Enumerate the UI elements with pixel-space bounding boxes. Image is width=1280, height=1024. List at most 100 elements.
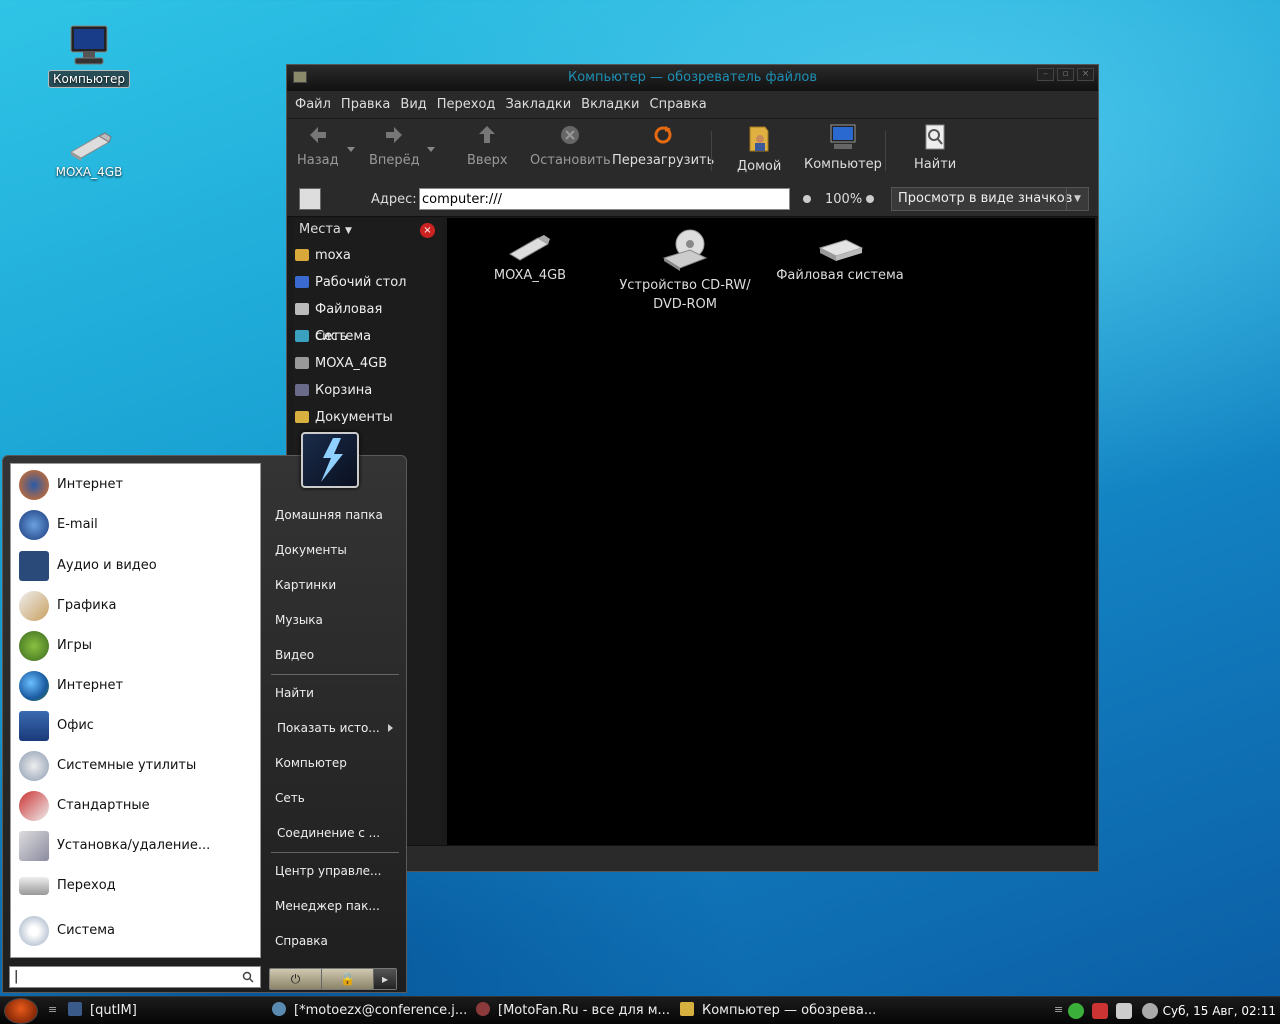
start-search-input[interactable]: | bbox=[9, 966, 261, 988]
back-button[interactable]: Назад bbox=[297, 123, 339, 168]
sidebar-item-desktop[interactable]: Рабочий стол bbox=[293, 269, 441, 296]
window-titlebar[interactable]: Компьютер — обозреватель файлов – ▫ × bbox=[287, 65, 1098, 91]
desktop-icon-computer[interactable]: Компьютер bbox=[44, 24, 134, 88]
zoom-in-button[interactable] bbox=[866, 195, 874, 203]
taskbar: ≡ [qutIM] [*motoezx@conference.j... [Mot… bbox=[0, 996, 1280, 1024]
sidebar-item-usb[interactable]: MOXA_4GB bbox=[293, 350, 441, 377]
computer-button[interactable]: Компьютер bbox=[804, 123, 882, 172]
clock[interactable]: Суб, 15 Авг, 02:11 bbox=[1163, 997, 1276, 1024]
app-item-email[interactable]: E-mail bbox=[15, 505, 255, 545]
power-icon[interactable]: ⏻ bbox=[270, 969, 322, 989]
trash-icon bbox=[295, 384, 309, 396]
maximize-button[interactable]: ▫ bbox=[1057, 68, 1074, 81]
desktop-icon-usb-drive[interactable]: MOXA_4GB bbox=[44, 128, 134, 180]
volume-icon[interactable] bbox=[1142, 1003, 1158, 1019]
menu-help[interactable]: Справка bbox=[650, 97, 707, 112]
menu-help[interactable]: Справка bbox=[275, 934, 328, 948]
menu-package-manager[interactable]: Менеджер пак... bbox=[275, 899, 380, 913]
desktop-icon-label: MOXA_4GB bbox=[55, 165, 123, 179]
file-view[interactable]: MOXA_4GB Устройство CD-RW/ DVD-ROM Файло… bbox=[447, 218, 1095, 846]
menu-music[interactable]: Музыка bbox=[275, 613, 323, 627]
menu-documents[interactable]: Документы bbox=[275, 543, 347, 557]
app-item-multimedia[interactable]: Аудио и видео bbox=[15, 546, 255, 586]
close-button[interactable]: × bbox=[1077, 68, 1094, 81]
menu-home-folder[interactable]: Домашняя папка bbox=[275, 508, 383, 522]
sidebar-header[interactable]: Места ▼ × bbox=[293, 218, 441, 242]
menu-bookmarks[interactable]: Закладки bbox=[505, 97, 571, 112]
file-item-cdrom[interactable]: Устройство CD-RW/ DVD-ROM bbox=[610, 228, 760, 314]
user-avatar[interactable] bbox=[301, 432, 359, 488]
app-item-games[interactable]: Игры bbox=[15, 626, 255, 666]
app-item-go[interactable]: Переход bbox=[15, 866, 255, 906]
up-button[interactable]: Вверх bbox=[467, 123, 508, 168]
taskbar-handle-icon[interactable]: ≡ bbox=[48, 1003, 57, 1016]
address-input[interactable] bbox=[419, 188, 790, 210]
thunderbird-icon bbox=[19, 510, 49, 540]
menu-go[interactable]: Переход bbox=[437, 97, 496, 112]
edit-location-toggle[interactable] bbox=[299, 188, 321, 210]
menu-tabs[interactable]: Вкладки bbox=[581, 97, 639, 112]
zoom-out-button[interactable] bbox=[803, 195, 811, 203]
app-item-add-remove[interactable]: Установка/удаление... bbox=[15, 826, 255, 866]
close-sidebar-button[interactable]: × bbox=[420, 223, 435, 238]
sidebar-item-documents[interactable]: Документы bbox=[293, 404, 441, 431]
forward-button[interactable]: Вперёд bbox=[369, 123, 420, 168]
hard-drive-icon bbox=[19, 877, 49, 895]
address-bar: Адрес: 100% Просмотр в виде значков ▼ bbox=[287, 183, 1098, 217]
minimize-button[interactable]: – bbox=[1037, 68, 1054, 81]
app-item-internet-2[interactable]: Интернет bbox=[15, 666, 255, 706]
lock-icon[interactable]: 🔒 bbox=[322, 969, 374, 989]
app-item-graphics[interactable]: Графика bbox=[15, 586, 255, 626]
menu-file[interactable]: Файл bbox=[295, 97, 331, 112]
chevron-right-icon[interactable]: ▸ bbox=[374, 969, 396, 989]
toolbar: Назад Вперёд Вверх Остановить Перезагруз… bbox=[287, 119, 1098, 183]
tray-handle-icon[interactable]: ≡ bbox=[1054, 1003, 1063, 1016]
file-item-usb[interactable]: MOXA_4GB bbox=[455, 232, 605, 285]
back-history-dropdown[interactable] bbox=[347, 147, 355, 152]
menu-recent[interactable]: Показать исто... bbox=[277, 721, 380, 735]
app-item-system[interactable]: Система bbox=[15, 911, 255, 951]
view-mode-select[interactable]: Просмотр в виде значков ▼ bbox=[891, 187, 1089, 211]
menu-pictures[interactable]: Картинки bbox=[275, 578, 336, 592]
stop-button[interactable]: Остановить bbox=[530, 123, 611, 168]
app-item-internet[interactable]: Интернет bbox=[15, 465, 255, 505]
sidebar-item-filesystem[interactable]: Файловая система bbox=[293, 296, 441, 344]
menu-find[interactable]: Найти bbox=[275, 686, 314, 700]
app-item-office[interactable]: Офис bbox=[15, 706, 255, 746]
menu-separator bbox=[271, 674, 399, 675]
tools-icon bbox=[19, 791, 49, 821]
task-browser[interactable]: [MotoFan.Ru - все для м... bbox=[476, 997, 670, 1024]
usb-drive-icon bbox=[70, 132, 112, 161]
toolbar-separator bbox=[711, 131, 712, 171]
file-manager-window: Компьютер — обозреватель файлов – ▫ × Фа… bbox=[286, 64, 1099, 872]
task-qutim[interactable]: [qutIM] bbox=[68, 997, 137, 1024]
computer-icon bbox=[70, 25, 108, 65]
task-conference[interactable]: [*motoezx@conference.j... bbox=[272, 997, 467, 1024]
search-icon bbox=[242, 971, 254, 983]
app-tray-icon[interactable] bbox=[1092, 1003, 1108, 1019]
home-button[interactable]: Домой bbox=[737, 123, 781, 174]
start-button[interactable] bbox=[4, 998, 38, 1024]
menu-connect-server[interactable]: Соединение с ... bbox=[277, 826, 380, 840]
sidebar-item-network[interactable]: Сеть bbox=[293, 323, 441, 350]
find-button[interactable]: Найти bbox=[914, 123, 956, 172]
gear-icon bbox=[19, 751, 49, 781]
address-label: Адрес: bbox=[371, 192, 417, 207]
menu-edit[interactable]: Правка bbox=[341, 97, 390, 112]
menu-computer[interactable]: Компьютер bbox=[275, 756, 347, 770]
menu-network[interactable]: Сеть bbox=[275, 791, 305, 805]
hard-drive-icon bbox=[818, 239, 864, 261]
clover-icon[interactable] bbox=[1068, 1003, 1084, 1019]
sidebar-item-trash[interactable]: Корзина bbox=[293, 377, 441, 404]
reload-button[interactable]: Перезагрузить bbox=[612, 123, 714, 168]
file-item-filesystem[interactable]: Файловая система bbox=[765, 236, 915, 285]
menu-videos[interactable]: Видео bbox=[275, 648, 314, 662]
forward-history-dropdown[interactable] bbox=[427, 147, 435, 152]
sidebar-item-home[interactable]: moxa bbox=[293, 242, 441, 269]
menu-control-center[interactable]: Центр управле... bbox=[275, 864, 381, 878]
network-monitor-icon[interactable] bbox=[1116, 1003, 1132, 1019]
app-item-accessories[interactable]: Стандартные bbox=[15, 786, 255, 826]
task-file-manager[interactable]: Компьютер — обозрева... bbox=[680, 997, 876, 1024]
menu-view[interactable]: Вид bbox=[400, 97, 426, 112]
app-item-system-tools[interactable]: Системные утилиты bbox=[15, 746, 255, 786]
